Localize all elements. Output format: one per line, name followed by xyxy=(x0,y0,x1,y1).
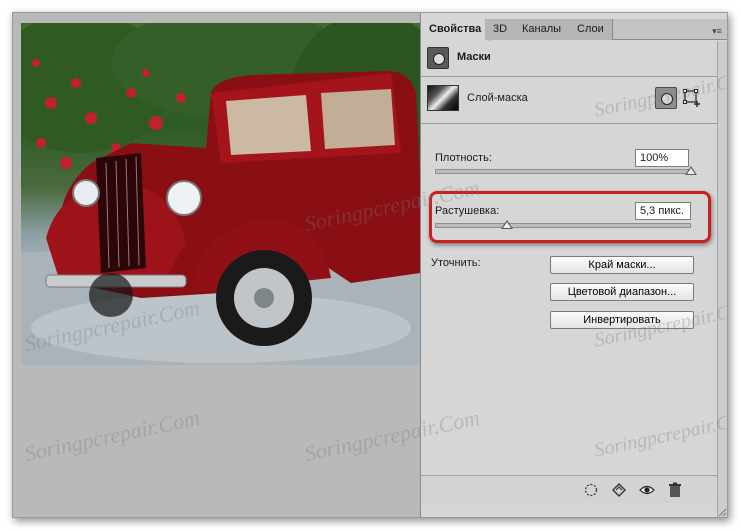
mask-edge-button[interactable]: Край маски... xyxy=(550,256,694,274)
mask-thumbnail xyxy=(427,85,459,111)
masks-icon xyxy=(427,47,449,69)
panel-scrollbar[interactable] xyxy=(717,41,727,517)
color-range-button[interactable]: Цветовой диапазон... xyxy=(550,283,694,301)
layer-divider xyxy=(421,123,717,124)
apply-mask-icon[interactable] xyxy=(611,482,627,498)
header-divider xyxy=(421,76,717,77)
tab-3d[interactable]: 3D xyxy=(485,19,517,40)
tab-layers[interactable]: Слои xyxy=(569,19,613,40)
density-value-field[interactable]: 100% xyxy=(635,149,689,167)
properties-header: Маски xyxy=(427,47,717,69)
add-vector-mask-icon[interactable] xyxy=(683,89,701,107)
resize-grip-icon[interactable] xyxy=(717,507,727,517)
visibility-eye-icon[interactable] xyxy=(639,482,655,498)
panel-menu-icon[interactable]: ▾≡ xyxy=(710,25,724,37)
density-slider-thumb[interactable] xyxy=(685,166,697,175)
tab-properties[interactable]: Свойства xyxy=(421,19,491,41)
invert-button[interactable]: Инвертировать xyxy=(550,311,694,329)
truck-photo xyxy=(21,23,420,365)
trash-icon[interactable] xyxy=(667,482,683,498)
panel-tab-bar: Свойства 3D Каналы Слои ▾≡ xyxy=(421,19,727,41)
density-label: Плотность: xyxy=(435,152,492,164)
refine-label: Уточнить: xyxy=(431,257,481,269)
feather-slider[interactable] xyxy=(435,223,691,228)
layer-mask-row: Слой-маска xyxy=(427,85,717,113)
document-photo[interactable] xyxy=(21,23,420,365)
document-canvas[interactable] xyxy=(13,13,420,517)
feather-label: Растушевка: xyxy=(435,205,500,217)
layer-mask-label: Слой-маска xyxy=(467,92,528,104)
add-pixel-mask-button[interactable] xyxy=(655,87,677,109)
feather-slider-thumb[interactable] xyxy=(500,220,513,229)
panel-bottom-toolbar xyxy=(421,475,717,503)
density-slider[interactable] xyxy=(435,169,691,174)
load-selection-icon[interactable] xyxy=(583,482,599,498)
tab-channels[interactable]: Каналы xyxy=(514,19,571,40)
app-window: Свойства 3D Каналы Слои ▾≡ Маски Слой-ма… xyxy=(12,12,728,518)
panel-header-title: Маски xyxy=(457,51,491,63)
properties-panel: Свойства 3D Каналы Слои ▾≡ Маски Слой-ма… xyxy=(420,13,727,517)
feather-value-field[interactable]: 5,3 пикс. xyxy=(635,202,691,220)
